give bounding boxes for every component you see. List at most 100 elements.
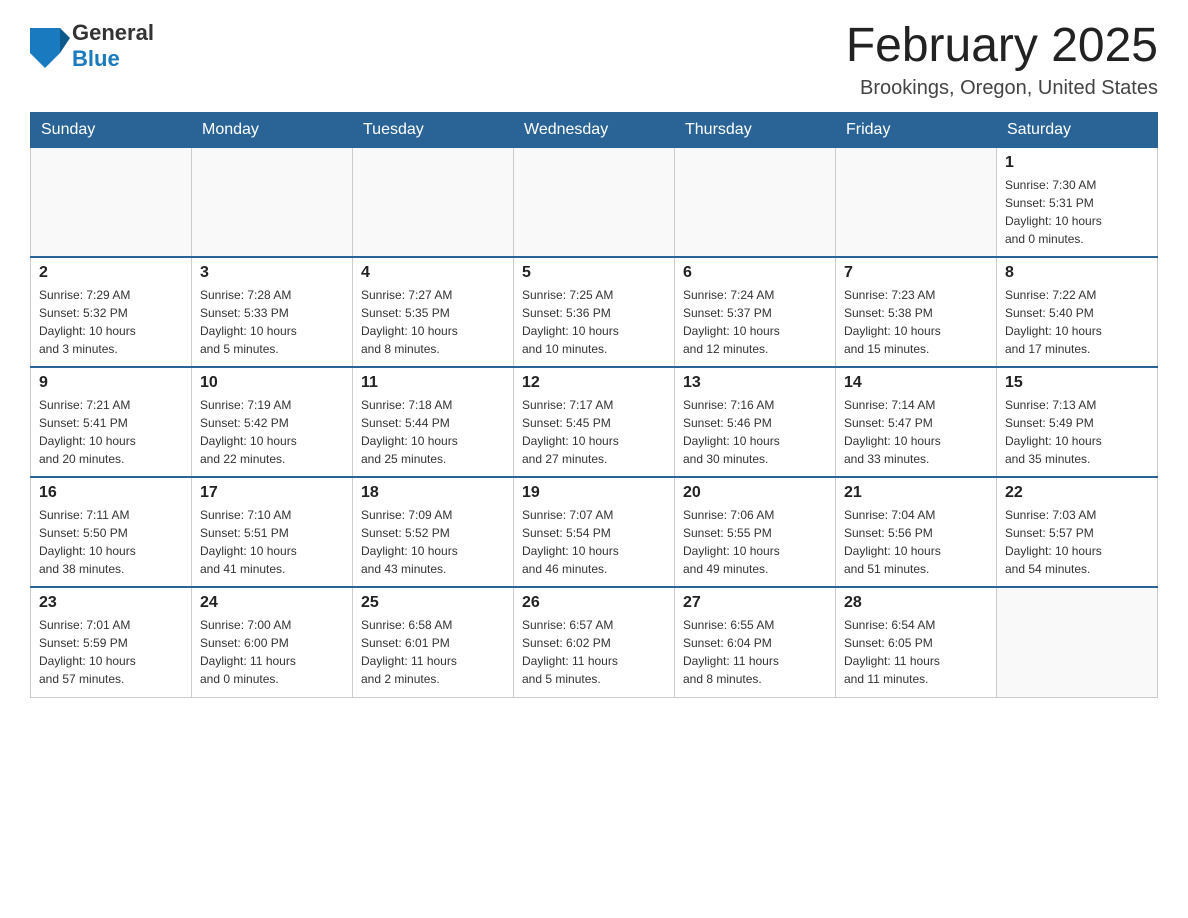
weekday-header-thursday: Thursday [675,112,836,147]
day-number: 7 [844,264,988,282]
calendar-cell: 2 Sunrise: 7:29 AMSunset: 5:32 PMDaylight… [31,257,192,367]
calendar-cell [675,147,836,257]
day-info: Sunrise: 7:30 AMSunset: 5:31 PMDaylight:… [1005,176,1149,248]
calendar-cell: 4Sunrise: 7:27 AMSunset: 5:35 PMDaylight… [353,257,514,367]
calendar-week-row: 9 Sunrise: 7:21 AMSunset: 5:41 PMDaylight… [31,367,1158,477]
day-number: 25 [361,594,505,612]
day-info: Sunrise: 7:10 AMSunset: 5:51 PMDaylight:… [200,506,344,578]
day-info: Sunrise: 7:18 AMSunset: 5:44 PMDaylight:… [361,396,505,468]
day-number: 8 [1005,264,1149,282]
calendar-cell: 3 Sunrise: 7:28 AMSunset: 5:33 PMDaylight… [192,257,353,367]
calendar-cell: 6 Sunrise: 7:24 AMSunset: 5:37 PMDaylight… [675,257,836,367]
day-number: 4 [361,264,505,282]
calendar-cell: 24 Sunrise: 7:00 AMSunset: 6:00 PMDayligh… [192,587,353,697]
calendar-cell: 8 Sunrise: 7:22 AMSunset: 5:40 PMDaylight… [997,257,1158,367]
day-number: 13 [683,374,827,392]
day-number: 24 [200,594,344,612]
calendar-cell: 5 Sunrise: 7:25 AMSunset: 5:36 PMDaylight… [514,257,675,367]
location-subtitle: Brookings, Oregon, United States [846,77,1158,100]
calendar-cell: 16 Sunrise: 7:11 AMSunset: 5:50 PMDayligh… [31,477,192,587]
day-number: 26 [522,594,666,612]
weekday-header-tuesday: Tuesday [353,112,514,147]
calendar-week-row: 1 Sunrise: 7:30 AMSunset: 5:31 PMDaylight… [31,147,1158,257]
day-number: 5 [522,264,666,282]
calendar-cell [192,147,353,257]
day-number: 6 [683,264,827,282]
calendar-cell: 27 Sunrise: 6:55 AMSunset: 6:04 PMDayligh… [675,587,836,697]
page-header: General Blue February 2025 Brookings, Or… [30,20,1158,100]
day-info: Sunrise: 7:13 AMSunset: 5:49 PMDaylight:… [1005,396,1149,468]
day-number: 2 [39,264,183,282]
day-info: Sunrise: 6:55 AMSunset: 6:04 PMDaylight:… [683,616,827,688]
day-info: Sunrise: 7:14 AMSunset: 5:47 PMDaylight:… [844,396,988,468]
day-number: 9 [39,374,183,392]
day-info: Sunrise: 6:57 AMSunset: 6:02 PMDaylight:… [522,616,666,688]
day-number: 27 [683,594,827,612]
day-info: Sunrise: 7:29 AMSunset: 5:32 PMDaylight:… [39,286,183,358]
day-number: 18 [361,484,505,502]
calendar-cell: 20 Sunrise: 7:06 AMSunset: 5:55 PMDayligh… [675,477,836,587]
weekday-header-monday: Monday [192,112,353,147]
day-number: 23 [39,594,183,612]
calendar-cell: 1 Sunrise: 7:30 AMSunset: 5:31 PMDaylight… [997,147,1158,257]
day-number: 20 [683,484,827,502]
calendar-cell [514,147,675,257]
calendar-cell: 28Sunrise: 6:54 AMSunset: 6:05 PMDayligh… [836,587,997,697]
calendar-cell: 10 Sunrise: 7:19 AMSunset: 5:42 PMDayligh… [192,367,353,477]
weekday-header-row: SundayMondayTuesdayWednesdayThursdayFrid… [31,112,1158,147]
calendar-cell: 7 Sunrise: 7:23 AMSunset: 5:38 PMDaylight… [836,257,997,367]
day-info: Sunrise: 7:21 AMSunset: 5:41 PMDaylight:… [39,396,183,468]
day-info: Sunrise: 7:03 AMSunset: 5:57 PMDaylight:… [1005,506,1149,578]
day-info: Sunrise: 6:58 AMSunset: 6:01 PMDaylight:… [361,616,505,688]
calendar-cell: 19Sunrise: 7:07 AMSunset: 5:54 PMDayligh… [514,477,675,587]
calendar-cell: 25 Sunrise: 6:58 AMSunset: 6:01 PMDayligh… [353,587,514,697]
calendar-cell: 22 Sunrise: 7:03 AMSunset: 5:57 PMDayligh… [997,477,1158,587]
day-info: Sunrise: 7:04 AMSunset: 5:56 PMDaylight:… [844,506,988,578]
day-info: Sunrise: 7:22 AMSunset: 5:40 PMDaylight:… [1005,286,1149,358]
day-number: 16 [39,484,183,502]
calendar-week-row: 2 Sunrise: 7:29 AMSunset: 5:32 PMDaylight… [31,257,1158,367]
calendar-cell: 9 Sunrise: 7:21 AMSunset: 5:41 PMDaylight… [31,367,192,477]
day-info: Sunrise: 6:54 AMSunset: 6:05 PMDaylight:… [844,616,988,688]
calendar-cell: 21 Sunrise: 7:04 AMSunset: 5:56 PMDayligh… [836,477,997,587]
day-info: Sunrise: 7:28 AMSunset: 5:33 PMDaylight:… [200,286,344,358]
day-info: Sunrise: 7:01 AMSunset: 5:59 PMDaylight:… [39,616,183,688]
day-info: Sunrise: 7:19 AMSunset: 5:42 PMDaylight:… [200,396,344,468]
day-number: 22 [1005,484,1149,502]
day-number: 17 [200,484,344,502]
calendar-cell: 17 Sunrise: 7:10 AMSunset: 5:51 PMDayligh… [192,477,353,587]
day-info: Sunrise: 7:23 AMSunset: 5:38 PMDaylight:… [844,286,988,358]
day-info: Sunrise: 7:16 AMSunset: 5:46 PMDaylight:… [683,396,827,468]
day-number: 15 [1005,374,1149,392]
day-number: 19 [522,484,666,502]
day-info: Sunrise: 7:11 AMSunset: 5:50 PMDaylight:… [39,506,183,578]
weekday-header-friday: Friday [836,112,997,147]
day-info: Sunrise: 7:25 AMSunset: 5:36 PMDaylight:… [522,286,666,358]
calendar-cell [31,147,192,257]
day-info: Sunrise: 7:00 AMSunset: 6:00 PMDaylight:… [200,616,344,688]
title-block: February 2025 Brookings, Oregon, United … [846,20,1158,100]
day-number: 10 [200,374,344,392]
weekday-header-sunday: Sunday [31,112,192,147]
weekday-header-saturday: Saturday [997,112,1158,147]
day-info: Sunrise: 7:24 AMSunset: 5:37 PMDaylight:… [683,286,827,358]
day-number: 3 [200,264,344,282]
day-info: Sunrise: 7:06 AMSunset: 5:55 PMDaylight:… [683,506,827,578]
logo-icon [30,28,66,64]
calendar-cell: 15 Sunrise: 7:13 AMSunset: 5:49 PMDayligh… [997,367,1158,477]
day-number: 11 [361,374,505,392]
day-number: 1 [1005,154,1149,172]
calendar-cell: 13 Sunrise: 7:16 AMSunset: 5:46 PMDayligh… [675,367,836,477]
calendar-cell: 14 Sunrise: 7:14 AMSunset: 5:47 PMDayligh… [836,367,997,477]
month-title: February 2025 [846,20,1158,73]
calendar-cell: 18 Sunrise: 7:09 AMSunset: 5:52 PMDayligh… [353,477,514,587]
calendar-cell [836,147,997,257]
logo: General Blue [30,20,154,72]
day-info: Sunrise: 7:09 AMSunset: 5:52 PMDaylight:… [361,506,505,578]
day-number: 14 [844,374,988,392]
calendar-cell: 11 Sunrise: 7:18 AMSunset: 5:44 PMDayligh… [353,367,514,477]
calendar-table: SundayMondayTuesdayWednesdayThursdayFrid… [30,112,1158,698]
logo-text-general: General [72,20,154,45]
calendar-week-row: 23 Sunrise: 7:01 AMSunset: 5:59 PMDayligh… [31,587,1158,697]
day-number: 21 [844,484,988,502]
